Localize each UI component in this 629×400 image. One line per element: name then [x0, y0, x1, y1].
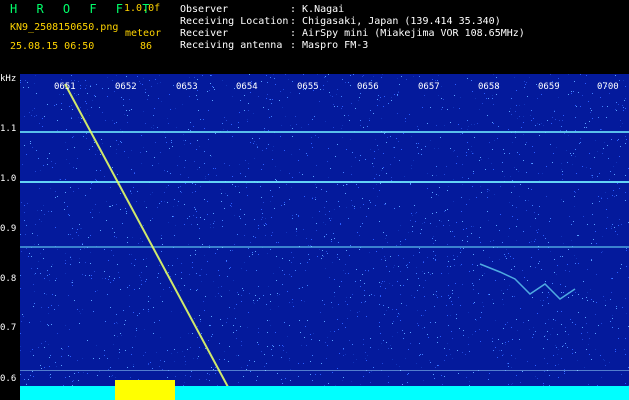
location-value: : Chigasaki, Japan (139.414 35.340) — [290, 16, 501, 27]
header-panel: H R O F F T 1.0.0f KN9_2508150650.png me… — [0, 0, 629, 74]
axis-tick: 0.9 — [0, 224, 17, 234]
filename-label: KN9_2508150650.png — [10, 22, 119, 33]
location-label: Receiving Location — [180, 16, 289, 27]
datetime-label: 25.08.15 06:50 — [10, 41, 95, 52]
time-label: 0656 — [357, 82, 379, 92]
version-label: 1.0.0f — [124, 3, 161, 14]
time-label: 0653 — [176, 82, 198, 92]
time-label: 0652 — [115, 82, 137, 92]
observer-label: Observer — [180, 4, 229, 15]
frequency-axis: kHz 1.1 1.0 0.9 0.8 0.7 0.6 — [0, 74, 20, 400]
antenna-label: Receiving antenna — [180, 40, 283, 51]
doppler-trace — [479, 263, 576, 300]
time-label: 0651 — [54, 82, 76, 92]
axis-tick: 0.6 — [0, 374, 17, 384]
baseline-band — [20, 386, 629, 400]
time-label: 0659 — [538, 82, 560, 92]
axis-unit: kHz — [0, 74, 17, 84]
axis-tick: 1.0 — [0, 174, 17, 184]
baseline-burst — [115, 380, 175, 400]
axis-tick: 1.1 — [0, 124, 17, 134]
time-label: 0654 — [236, 82, 258, 92]
antenna-value: : Maspro FM-3 — [290, 40, 369, 51]
meteor-count: 86 — [140, 41, 153, 52]
axis-tick: 0.8 — [0, 274, 17, 284]
spectrogram — [20, 74, 629, 400]
receiver-value: : AirSpy mini (Miakejima VOR 108.65MHz) — [290, 28, 525, 39]
time-label: 0657 — [418, 82, 440, 92]
meteor-trail — [64, 83, 236, 400]
receiver-label: Receiver — [180, 28, 229, 39]
axis-tick: 0.7 — [0, 323, 17, 333]
time-label: 0658 — [478, 82, 500, 92]
time-label: 0655 — [297, 82, 319, 92]
time-label: 0700 — [597, 82, 619, 92]
observer-value: : K.Nagai — [290, 4, 345, 15]
meteor-label: meteor — [125, 28, 162, 39]
meteor-overlay — [64, 83, 576, 400]
